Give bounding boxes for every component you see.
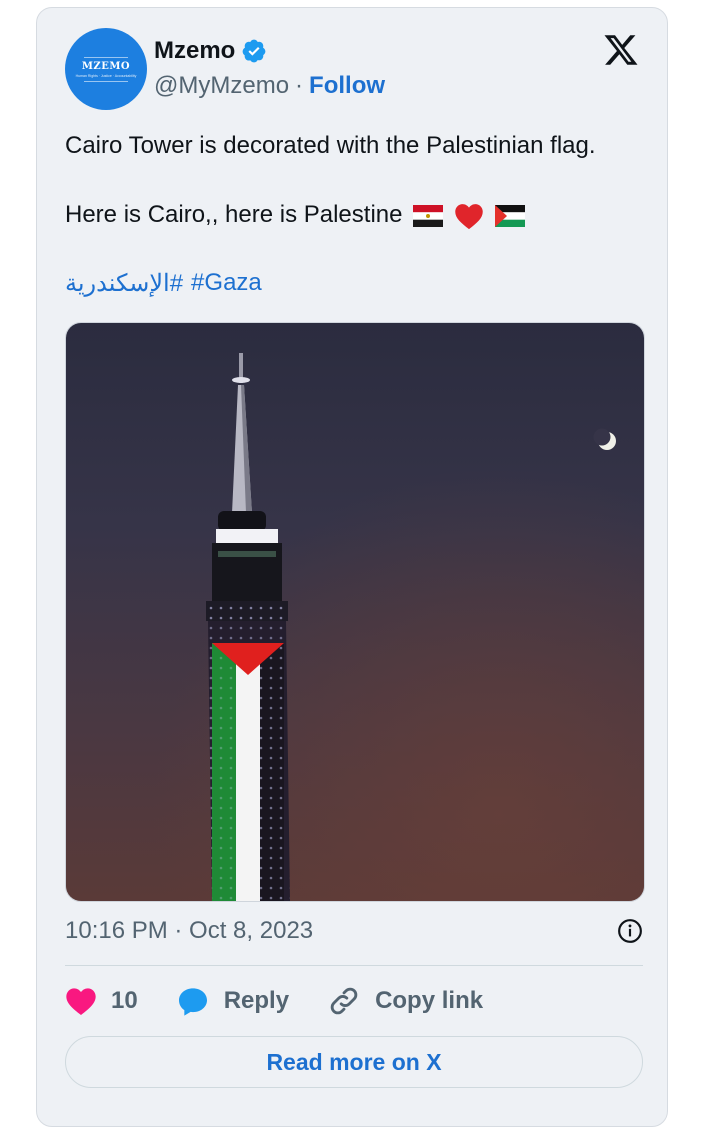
tweet-text-line-1: Cairo Tower is decorated with the Palest…: [65, 132, 596, 159]
tweet-card: MZEMO Human Rights · Justice · Accountab…: [36, 7, 668, 1127]
tweet-photo[interactable]: [65, 322, 645, 902]
action-bar: 10 Reply Copy link: [65, 981, 521, 1021]
reply-button[interactable]: Reply: [176, 985, 289, 1017]
cairo-tower-photo: [66, 323, 644, 901]
reply-label: Reply: [223, 987, 290, 1014]
divider: [65, 965, 643, 966]
author-handle-row: @MyMzemo · Follow: [154, 72, 385, 100]
hashtag-alexandria[interactable]: #الإسكندرية: [65, 269, 183, 298]
timestamp-row: 10:16 PM · Oct 8, 2023: [65, 914, 643, 948]
copy-link-label: Copy link: [375, 987, 484, 1014]
avatar-logo-text: MZEMO: [81, 60, 131, 72]
avatar-tagline: Human Rights · Justice · Accountability: [75, 73, 137, 78]
tweet-timestamp[interactable]: 10:16 PM · Oct 8, 2023: [65, 917, 313, 945]
copy-link-button[interactable]: Copy link: [327, 984, 483, 1018]
info-icon[interactable]: [617, 918, 643, 944]
reply-bubble-icon: [178, 988, 207, 1016]
tweet-text-line-2-row: Here is Cairo,, here is Palestine: [65, 201, 525, 230]
red-heart-icon: [455, 203, 483, 229]
palestine-flag-icon: [494, 204, 525, 227]
follow-button[interactable]: Follow: [309, 72, 385, 100]
separator-dot: ·: [295, 72, 304, 99]
author-name[interactable]: Mzemo: [154, 37, 235, 65]
egypt-flag-icon: [413, 204, 444, 227]
tweet-text-line-2: Here is Cairo,, here is Palestine: [65, 201, 403, 228]
link-icon: [330, 987, 358, 1015]
verified-badge-icon: [242, 39, 266, 63]
hashtag-row: #الإسكندرية #Gaza: [65, 269, 262, 298]
heart-icon: [66, 988, 96, 1015]
author-handle[interactable]: @MyMzemo: [154, 72, 289, 100]
read-more-button[interactable]: Read more on X: [65, 1036, 643, 1088]
like-button[interactable]: 10: [65, 986, 138, 1016]
author-name-row: Mzemo: [154, 37, 267, 65]
avatar[interactable]: MZEMO Human Rights · Justice · Accountab…: [65, 28, 147, 110]
x-logo-icon[interactable]: [602, 32, 640, 68]
like-count: 10: [111, 987, 138, 1014]
hashtag-gaza[interactable]: #Gaza: [191, 269, 262, 298]
